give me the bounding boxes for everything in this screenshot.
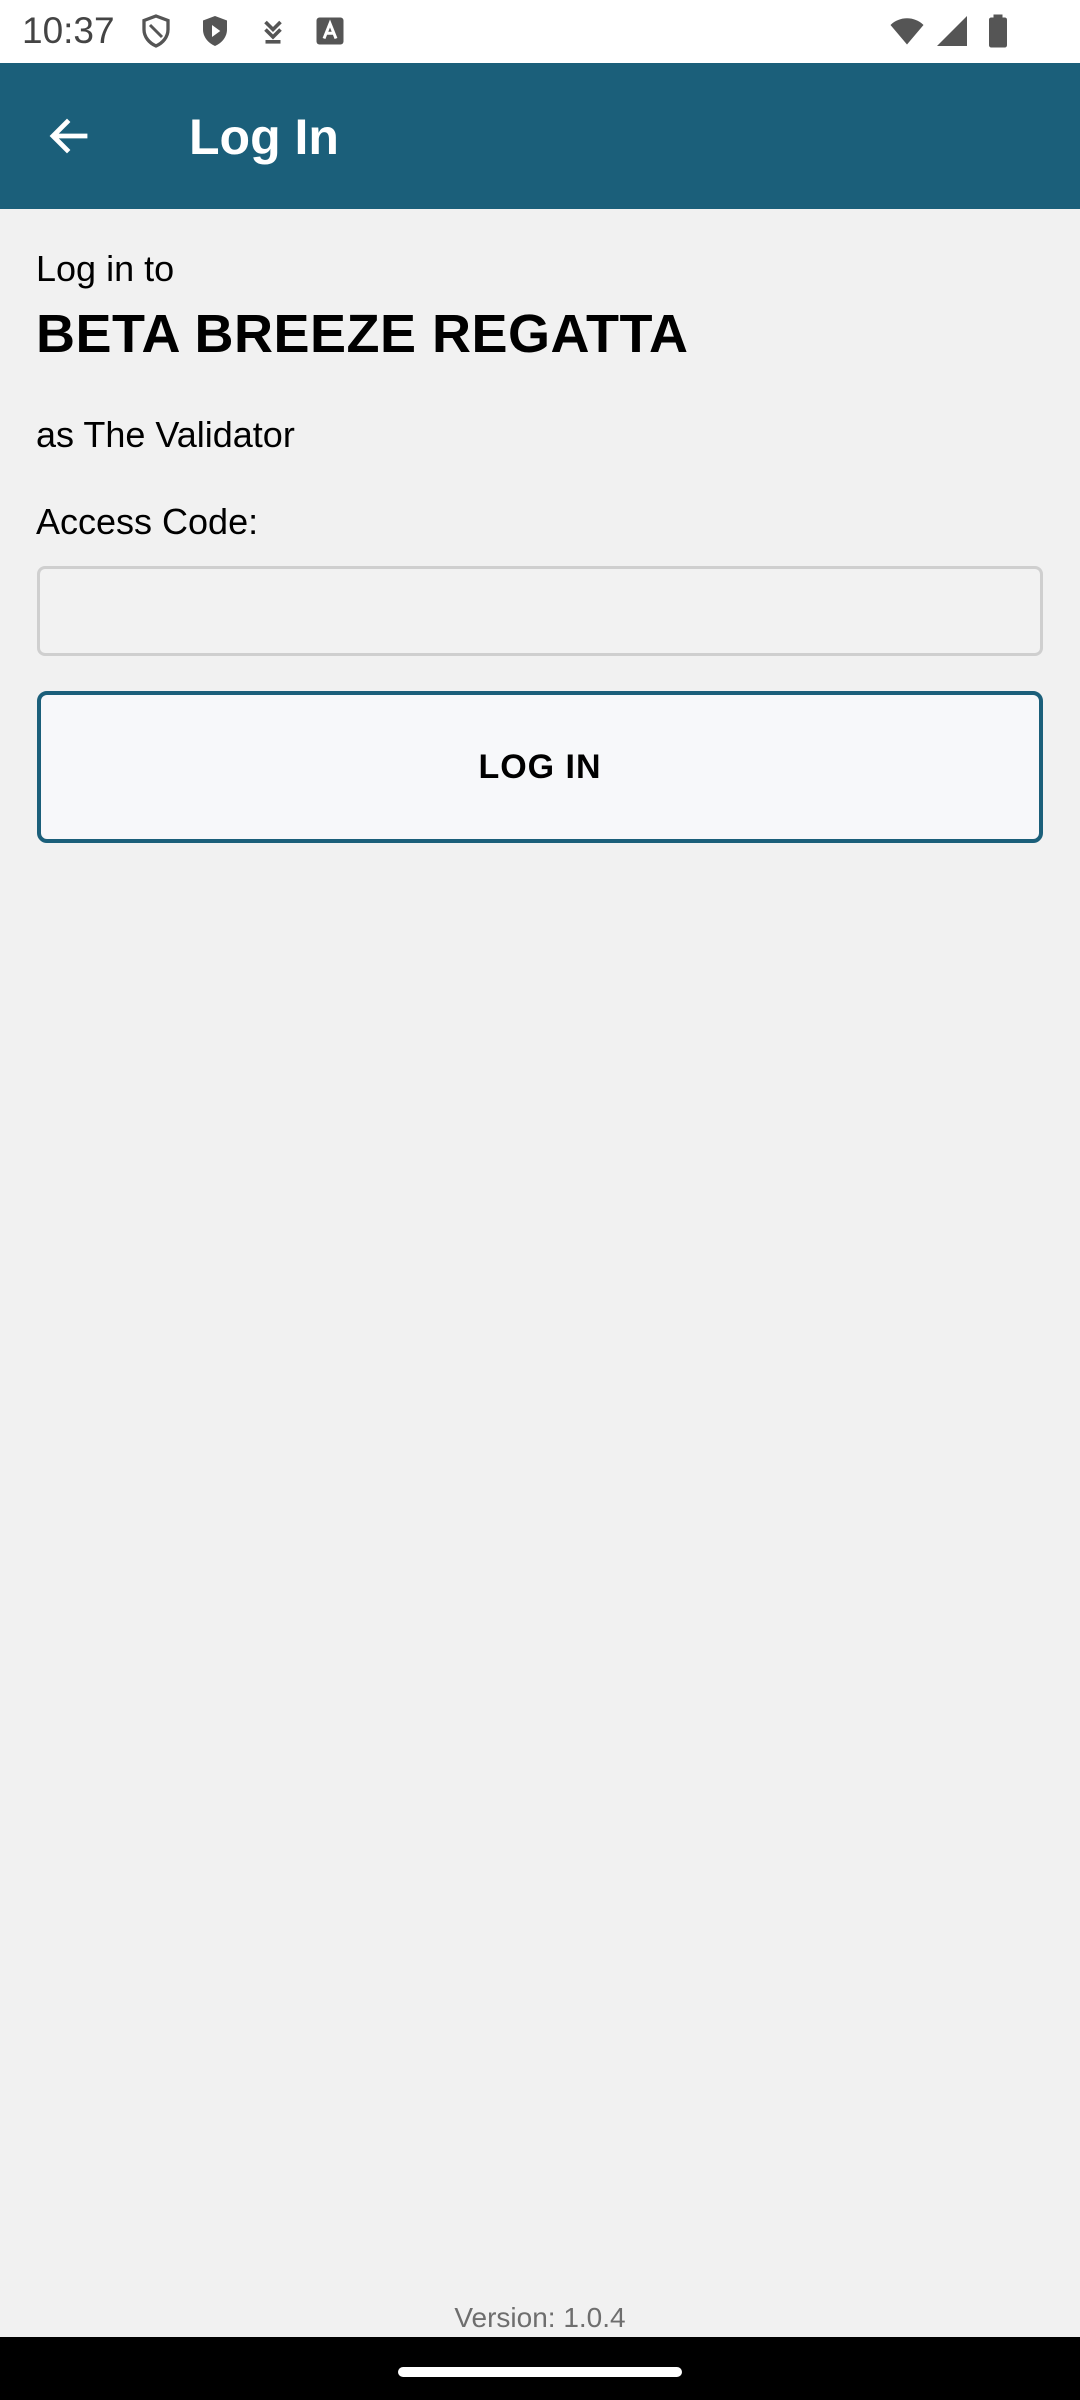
access-code-input[interactable] bbox=[37, 566, 1043, 656]
event-name: BETA BREEZE REGATTA bbox=[36, 304, 689, 364]
login-intro-text: Log in to bbox=[36, 248, 175, 289]
wifi-icon bbox=[886, 13, 928, 49]
app-bar: Log In bbox=[0, 63, 1080, 209]
home-indicator[interactable] bbox=[398, 2367, 682, 2377]
login-button[interactable]: LOG IN bbox=[37, 691, 1043, 843]
navigation-bar bbox=[0, 2337, 1080, 2400]
access-code-label: Access Code: bbox=[36, 501, 259, 542]
font-a-icon bbox=[312, 13, 348, 49]
user-name-text: as The Validator bbox=[36, 414, 295, 455]
shield-outline-icon bbox=[138, 13, 174, 49]
status-time: 10:37 bbox=[22, 10, 115, 51]
download-icon bbox=[255, 13, 291, 49]
status-bar: 10:37 bbox=[0, 0, 1080, 63]
arrow-left-icon bbox=[49, 118, 88, 154]
back-button[interactable] bbox=[32, 99, 106, 173]
version-text: Version: 1.0.4 bbox=[454, 2302, 626, 2333]
page-title: Log In bbox=[189, 109, 339, 165]
battery-icon bbox=[980, 13, 1016, 49]
shield-play-icon bbox=[197, 13, 233, 49]
cellular-signal-icon bbox=[934, 13, 970, 49]
